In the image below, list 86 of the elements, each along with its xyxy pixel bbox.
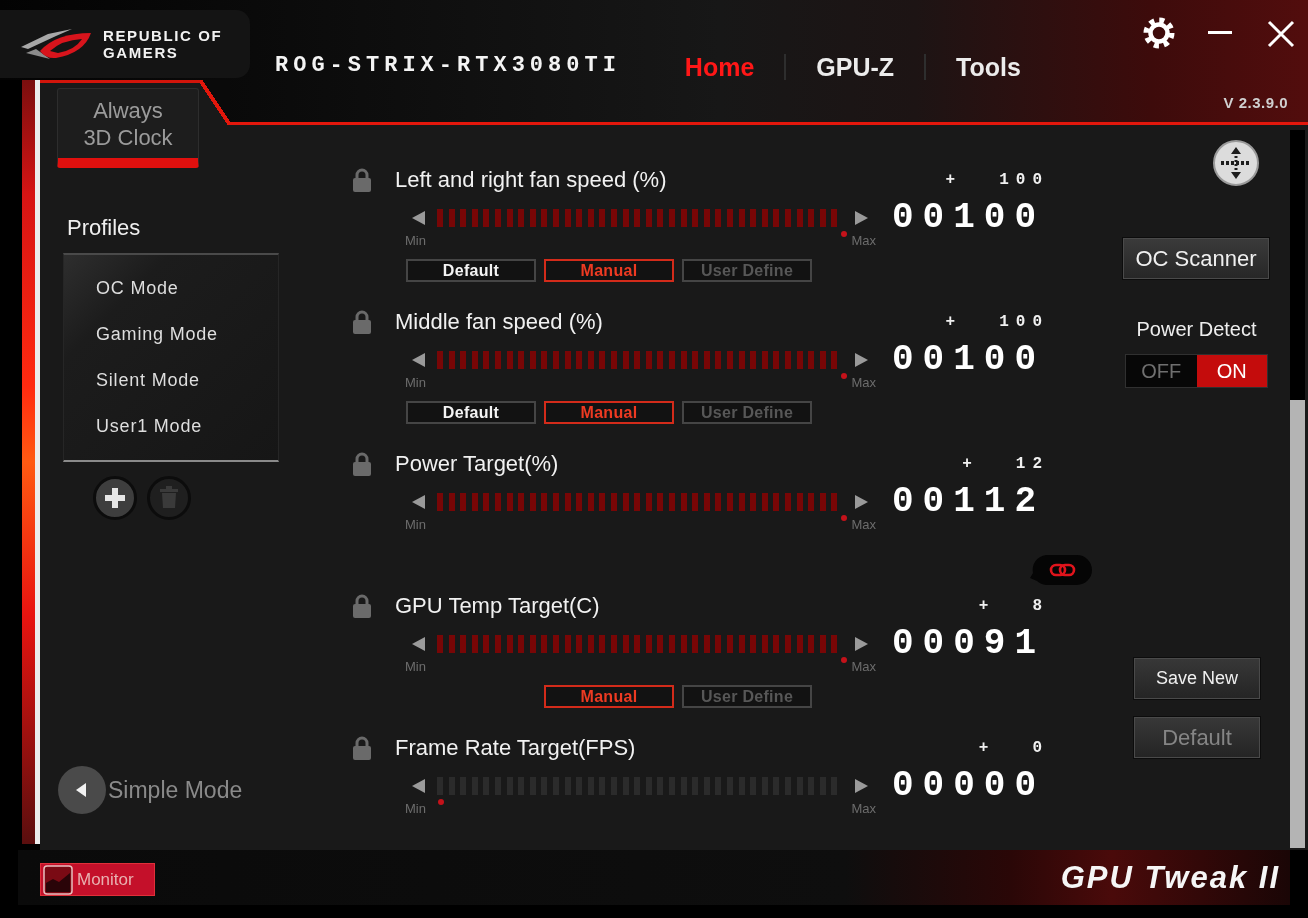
logo-icon bbox=[20, 27, 92, 61]
control-title: Frame Rate Target(FPS) bbox=[395, 734, 636, 762]
lock-icon[interactable] bbox=[352, 594, 372, 618]
profile-item[interactable]: User1 Mode bbox=[64, 403, 278, 449]
max-label: Max bbox=[851, 659, 876, 675]
control-title: Middle fan speed (%) bbox=[395, 308, 603, 336]
lock-icon[interactable] bbox=[352, 310, 372, 334]
slider-handle[interactable] bbox=[841, 231, 847, 237]
value-readout: 00100 bbox=[892, 345, 1046, 375]
profile-item[interactable]: Silent Mode bbox=[64, 357, 278, 403]
chain-link-icon[interactable] bbox=[1030, 554, 1092, 586]
action-button[interactable]: Save New bbox=[1133, 657, 1261, 700]
lock-icon[interactable] bbox=[352, 168, 372, 192]
control-title: Power Target(%) bbox=[395, 450, 559, 478]
mode-option[interactable]: Default bbox=[406, 401, 536, 424]
max-label: Max bbox=[851, 517, 876, 533]
toggle-option[interactable]: ON bbox=[1196, 355, 1267, 387]
scrollbar-track[interactable] bbox=[1290, 130, 1305, 848]
model-name: ROG-STRIX-RTX3080TI bbox=[275, 53, 621, 79]
min-label: Min bbox=[405, 517, 426, 533]
control-title: GPU Temp Target(C) bbox=[395, 592, 600, 620]
mode-option[interactable]: Default bbox=[406, 259, 536, 282]
max-label: Max bbox=[851, 801, 876, 817]
offset-value: 100 bbox=[999, 171, 1049, 189]
plus-sign: + bbox=[962, 455, 972, 473]
offset-value: 8 bbox=[1032, 597, 1049, 615]
slider-handle[interactable] bbox=[841, 515, 847, 521]
plus-sign: + bbox=[945, 171, 956, 189]
slider-handle[interactable] bbox=[438, 799, 444, 805]
logo-text: GAMERS bbox=[103, 44, 180, 61]
min-label: Min bbox=[405, 233, 426, 249]
lock-icon[interactable] bbox=[352, 452, 372, 476]
right-arrow-icon[interactable] bbox=[855, 353, 868, 367]
left-arrow-icon[interactable] bbox=[412, 353, 425, 367]
right-arrow-icon[interactable] bbox=[855, 211, 868, 225]
right-arrow-icon[interactable] bbox=[855, 637, 868, 651]
slider-handle[interactable] bbox=[841, 373, 847, 379]
min-label: Min bbox=[405, 659, 426, 675]
toggle-option[interactable]: OFF bbox=[1126, 355, 1197, 387]
nav-tab[interactable]: Tools bbox=[926, 51, 1051, 83]
offset-value: 100 bbox=[999, 313, 1049, 331]
left-arrow-icon[interactable] bbox=[412, 779, 425, 793]
right-arrow-icon[interactable] bbox=[855, 779, 868, 793]
nav-tab[interactable]: Home bbox=[654, 51, 785, 83]
max-label: Max bbox=[851, 375, 876, 391]
offset-value: 12 bbox=[1015, 455, 1049, 473]
value-readout: 00000 bbox=[892, 771, 1046, 801]
value-readout: 00091 bbox=[892, 629, 1046, 659]
brand-logo-text: GPU Tweak II bbox=[1060, 859, 1280, 896]
chart-icon bbox=[43, 864, 73, 895]
always-3d-clock-button[interactable]: Always 3D Clock bbox=[57, 88, 199, 168]
plus-sign: + bbox=[978, 597, 989, 615]
profile-item[interactable]: OC Mode bbox=[64, 265, 278, 311]
logo-text: REPUBLIC OF bbox=[103, 27, 223, 44]
offset-value: 0 bbox=[1032, 739, 1049, 757]
power-detect-label: Power Detect bbox=[1135, 317, 1258, 341]
plus-sign: + bbox=[978, 739, 989, 757]
profile-item[interactable]: Gaming Mode bbox=[64, 311, 278, 357]
arrows-circle-icon[interactable] bbox=[1213, 140, 1259, 186]
left-arrow-circle-icon bbox=[58, 766, 106, 814]
mode-option[interactable]: Manual bbox=[544, 401, 674, 424]
min-label: Min bbox=[405, 375, 426, 391]
close-icon[interactable] bbox=[1267, 20, 1295, 48]
settings-icon[interactable] bbox=[1143, 17, 1175, 49]
lock-icon[interactable] bbox=[352, 736, 372, 760]
left-arrow-icon[interactable] bbox=[412, 637, 425, 651]
control-title: Left and right fan speed (%) bbox=[395, 166, 667, 194]
simple-mode-button[interactable]: Simple Mode bbox=[58, 766, 243, 814]
plus-sign: + bbox=[945, 313, 956, 331]
scrollbar-thumb[interactable] bbox=[1290, 400, 1305, 848]
left-arrow-icon[interactable] bbox=[412, 211, 425, 225]
monitor-button[interactable]: Monitor bbox=[40, 863, 155, 896]
max-label: Max bbox=[851, 233, 876, 249]
mode-option[interactable]: Manual bbox=[544, 259, 674, 282]
min-label: Min bbox=[405, 801, 426, 817]
oc-scanner-button[interactable]: OC Scanner bbox=[1122, 237, 1270, 280]
right-arrow-icon[interactable] bbox=[855, 495, 868, 509]
value-readout: 00100 bbox=[892, 203, 1046, 233]
version-text: V 2.3.9.0 bbox=[1223, 94, 1288, 112]
mode-option[interactable]: Manual bbox=[544, 685, 674, 708]
left-arrow-icon[interactable] bbox=[412, 495, 425, 509]
slider-handle[interactable] bbox=[841, 657, 847, 663]
profiles-heading: Profiles bbox=[67, 215, 141, 241]
nav-tab[interactable]: GPU-Z bbox=[786, 51, 925, 83]
add-icon[interactable] bbox=[93, 476, 137, 520]
value-readout: 00112 bbox=[892, 487, 1046, 517]
